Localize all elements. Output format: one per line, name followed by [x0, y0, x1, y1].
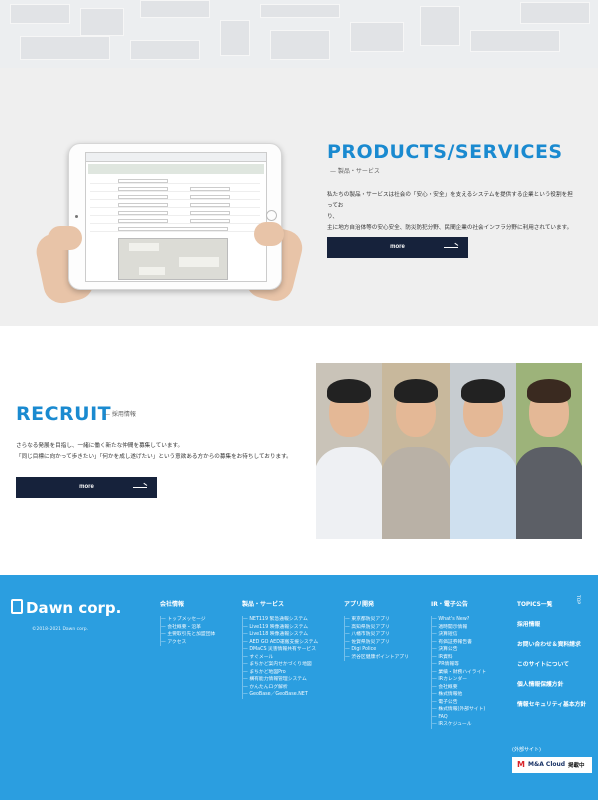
footer-link[interactable]: すぐメール [243, 654, 318, 662]
products-description: 私たちの製品・サービスは社会の「安心・安全」を支えるシステムを提供する企業という… [327, 192, 573, 231]
page-top-link[interactable]: TOP [575, 595, 580, 604]
footer-link[interactable]: まちかど案内せかづくり地図 [243, 661, 318, 669]
products-more-button[interactable]: more [327, 237, 468, 258]
footer-link[interactable]: 東京都防災アプリ [345, 616, 409, 624]
footer-link[interactable]: 適時開示情報 [432, 624, 486, 632]
footer-link[interactable]: Digi Police [345, 646, 409, 654]
staff-photo-4 [516, 363, 582, 539]
ma-cloud-banner[interactable]: M M&A Cloud 掲載中 [512, 757, 592, 773]
footer-heading[interactable]: 製品・サービス [242, 599, 318, 608]
footer-link[interactable]: かんたんログ解析 [243, 684, 318, 692]
site-footer: Dawn corp. ©2018-2021 Dawn corp. 会社情報 トッ… [0, 575, 598, 800]
footer-link[interactable]: AED GO AED運搬支援システム [243, 639, 318, 647]
footer-link[interactable]: Live118 映像通報システム [243, 631, 318, 639]
copyright: ©2018-2021 Dawn corp. [32, 627, 89, 632]
footer-link[interactable]: 会社概要・沿革 [161, 624, 215, 632]
footer-heading[interactable]: アプリ開発 [344, 599, 409, 608]
footer-link[interactable]: 決算公告 [432, 646, 486, 654]
footer-link[interactable]: トップメッセージ [161, 616, 215, 624]
footer-link[interactable]: 株式情報他 [432, 691, 486, 699]
footer-link[interactable]: 業績・財務ハイライト [432, 669, 486, 677]
ma-cloud-name: M&A Cloud [528, 761, 566, 768]
footer-link[interactable]: 高知県防災アプリ [345, 624, 409, 632]
footer-link[interactable]: アクセス [161, 639, 215, 647]
footer-link[interactable]: IRスケジュール [432, 721, 486, 729]
footer-link[interactable]: GeoBase／GeoBase.NET [243, 691, 318, 699]
recruit-more-button[interactable]: more [16, 477, 157, 498]
footer-topic-link[interactable]: 採用情報 [517, 619, 586, 628]
footer-link[interactable]: まちかど地図Pro [243, 669, 318, 677]
footer-link[interactable]: What's New? [432, 616, 486, 624]
footer-column-ir: IR・電子公告 What's New? 適時開示情報 決算短信 有価証券報告書 … [431, 599, 486, 729]
footer-link[interactable]: 決算短信 [432, 631, 486, 639]
footer-topic-link[interactable]: 個人情報保護方針 [517, 679, 586, 688]
footer-topic-link[interactable]: 情報セキュリティ基本方針 [517, 699, 586, 708]
footer-link[interactable]: 渋谷区健康ポイントアプリ [345, 654, 409, 662]
products-subtitle: — 製品・サービス [330, 168, 380, 175]
footer-link[interactable]: FAQ [432, 714, 486, 722]
logo[interactable]: Dawn corp. [26, 599, 121, 617]
ma-cloud-logo-icon: M [517, 760, 525, 769]
footer-link[interactable]: 電子公告 [432, 699, 486, 707]
external-site-label: (外部サイト) [512, 747, 541, 753]
staff-photo-1 [316, 363, 382, 539]
products-title: PRODUCTS/SERVICES [327, 141, 563, 163]
map-banner-image [0, 0, 598, 68]
footer-topics: TOPICS一覧 採用情報 お問い合わせ＆資料請求 このサイトについて 個人情報… [517, 599, 586, 719]
footer-column-products: 製品・サービス NET119 緊急通報システム Live119 映像通報システム… [242, 599, 318, 699]
staff-photo-2 [382, 363, 450, 539]
footer-link[interactable]: IR資料 [432, 654, 486, 662]
footer-heading[interactable]: IR・電子公告 [431, 599, 486, 608]
footer-link[interactable]: 八幡市防災アプリ [345, 631, 409, 639]
footer-link[interactable]: Live119 映像通報システム [243, 624, 318, 632]
recruit-subtitle: — 採用情報 [104, 411, 136, 418]
footer-link[interactable]: IRカレンダー [432, 676, 486, 684]
ma-cloud-badge: 掲載中 [568, 763, 585, 769]
arrow-right-icon [444, 247, 458, 248]
footer-column-company: 会社情報 トップメッセージ 会社概要・沿革 主要取引先と加盟団体 アクセス [160, 599, 215, 646]
footer-link[interactable]: NET119 緊急通報システム [243, 616, 318, 624]
footer-column-apps: アプリ開発 東京都防災アプリ 高知県防災アプリ 八幡市防災アプリ 佐賀県防災アプ… [344, 599, 409, 661]
footer-link[interactable]: PR情報等 [432, 661, 486, 669]
footer-heading[interactable]: 会社情報 [160, 599, 215, 608]
footer-topic-link[interactable]: このサイトについて [517, 659, 586, 668]
recruit-title: RECRUIT [16, 403, 112, 425]
recruit-description: さらなる発展を目指し、一緒に働く新たな仲間を募集しています。 「同じ目標に向かっ… [16, 443, 292, 460]
logo-icon [11, 599, 23, 614]
footer-topic-link[interactable]: お問い合わせ＆資料請求 [517, 639, 586, 648]
footer-link[interactable]: 構有能力情報管理システム [243, 676, 318, 684]
footer-link[interactable]: 会社概要 [432, 684, 486, 692]
arrow-right-icon [133, 487, 147, 488]
footer-link[interactable]: DMaCS 災害情報共有サービス [243, 646, 318, 654]
footer-link[interactable]: 佐賀県防災アプリ [345, 639, 409, 647]
footer-link[interactable]: 有価証券報告書 [432, 639, 486, 647]
staff-photo-3 [450, 363, 516, 539]
staff-photo [316, 363, 582, 539]
footer-link[interactable]: 株式情報(外部サイト) [432, 706, 486, 714]
footer-link[interactable]: 主要取引先と加盟団体 [161, 631, 215, 639]
